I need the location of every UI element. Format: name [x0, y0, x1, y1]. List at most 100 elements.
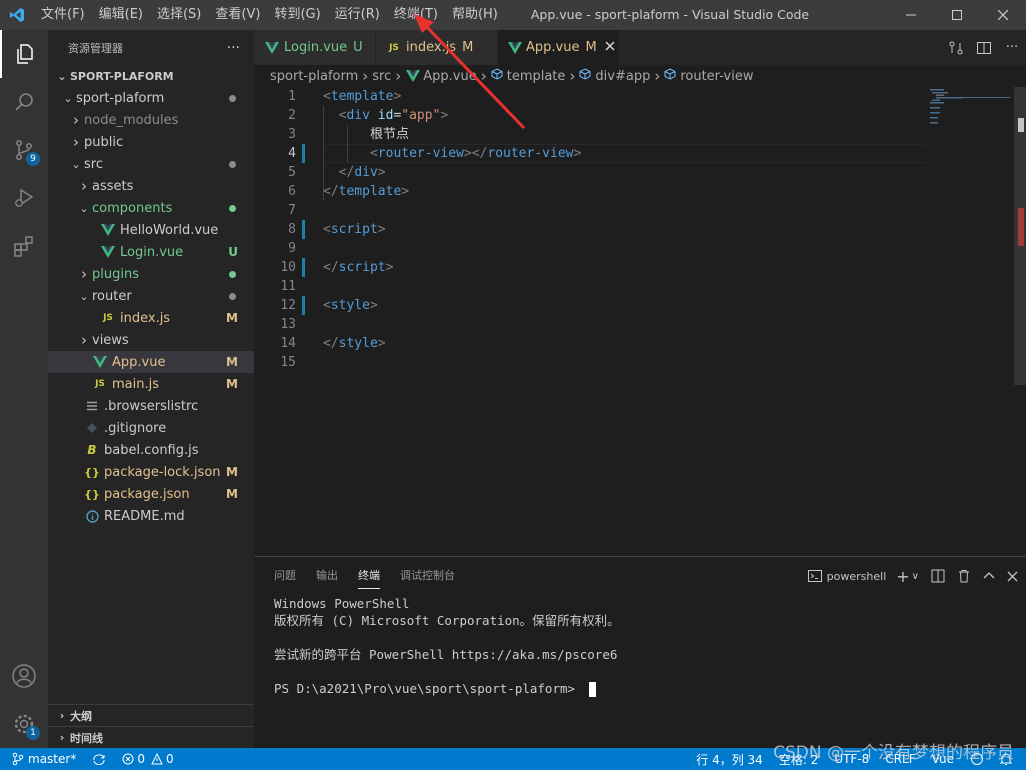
symbol-element-icon — [491, 68, 503, 84]
line-number: 1 — [288, 89, 296, 104]
tree-item[interactable]: .gitignore — [48, 417, 254, 439]
terminal-output[interactable]: Windows PowerShell 版权所有 (C) Microsoft Cor… — [274, 595, 620, 697]
tree-item[interactable]: App.vue M — [48, 351, 254, 373]
menu-item[interactable]: 运行(R) — [328, 0, 387, 30]
close-tab-icon[interactable] — [605, 40, 615, 55]
panel-tab[interactable]: 调试控制台 — [400, 567, 455, 589]
split-terminal-icon[interactable] — [931, 565, 945, 587]
search-icon[interactable] — [0, 78, 48, 126]
maximize-panel-icon[interactable] — [983, 565, 995, 587]
bottom-panel: 问题 输出 终端 调试控制台 powershell + ∨ Windows Power… — [254, 556, 1026, 748]
line-number: 4 — [288, 146, 296, 161]
maximize-button[interactable] — [934, 0, 980, 30]
project-section[interactable]: ⌄ SPORT-PLAFORM — [48, 65, 254, 87]
editor-tab[interactable]: JS index.js M — [376, 30, 498, 65]
tree-item[interactable]: .browserslistrc — [48, 395, 254, 417]
new-terminal-icon[interactable]: + — [896, 565, 909, 587]
shell-name[interactable]: powershell — [827, 565, 887, 587]
menu-item[interactable]: 文件(F) — [34, 0, 92, 30]
chevron-down-icon: ⌄ — [79, 201, 89, 215]
problems-status[interactable]: 0 0 — [114, 748, 181, 770]
tree-item[interactable]: › plugins — [48, 263, 254, 285]
panel-tab[interactable]: 输出 — [316, 567, 338, 589]
minimap[interactable] — [926, 87, 1014, 387]
more-editor-actions-icon[interactable]: ··· — [998, 30, 1026, 65]
vue-file-icon — [92, 354, 108, 370]
tree-item[interactable]: Login.vue U — [48, 241, 254, 263]
extensions-icon[interactable] — [0, 222, 48, 270]
code-line: 15 — [254, 353, 924, 372]
more-actions-icon[interactable]: ··· — [227, 40, 240, 56]
file-tree: ⌄ sport-plaform › node_modules › public ⌄ src › a… — [48, 87, 254, 527]
minimize-button[interactable] — [888, 0, 934, 30]
account-icon[interactable] — [0, 652, 48, 700]
branch-icon — [12, 752, 24, 766]
code-line: 8 <script> — [254, 220, 924, 239]
tree-item[interactable]: ⌄ sport-plaform — [48, 87, 254, 109]
menu-item[interactable]: 终端(T) — [387, 0, 445, 30]
panel-tab[interactable]: 问题 — [274, 567, 296, 589]
breadcrumb-item[interactable]: src — [372, 69, 391, 84]
menu-item[interactable]: 编辑(E) — [92, 0, 150, 30]
tree-item[interactable]: ⌄ router — [48, 285, 254, 307]
menu-item[interactable]: 查看(V) — [208, 0, 267, 30]
chevron-right-icon: › — [654, 67, 661, 85]
tree-item[interactable]: HelloWorld.vue — [48, 219, 254, 241]
chevron-down-icon[interactable]: ∨ — [912, 565, 919, 587]
branch-status[interactable]: master* — [0, 748, 84, 770]
overview-ruler — [1018, 118, 1024, 246]
json-file-icon: {} — [84, 465, 100, 479]
breadcrumb-item[interactable]: sport-plaform — [270, 69, 358, 84]
source-control-icon[interactable]: 9 — [0, 126, 48, 174]
git-status-badge: M — [226, 311, 238, 325]
tree-item[interactable]: Bbabel.config.js — [48, 439, 254, 461]
line-number: 12 — [280, 298, 296, 313]
terminal-icon[interactable] — [807, 565, 823, 587]
chevron-down-icon: ⌄ — [71, 157, 81, 171]
tree-item[interactable]: ⌄ components — [48, 197, 254, 219]
split-editor-icon[interactable] — [970, 30, 998, 65]
sync-icon[interactable] — [84, 748, 114, 770]
line-number: 14 — [280, 336, 296, 351]
manage-icon[interactable]: 1 — [0, 700, 48, 748]
panel-tab[interactable]: 终端 — [358, 567, 380, 589]
editor-tab[interactable]: App.vue M — [498, 30, 620, 65]
breadcrumb-item[interactable]: template — [507, 69, 566, 84]
tree-item[interactable]: JS main.js M — [48, 373, 254, 395]
close-panel-icon[interactable] — [1007, 565, 1018, 587]
tree-item[interactable]: › views — [48, 329, 254, 351]
tree-item[interactable]: {} package-lock.json M — [48, 461, 254, 483]
tree-item[interactable]: {} package.json M — [48, 483, 254, 505]
close-window-button[interactable] — [980, 0, 1026, 30]
code-editor[interactable]: 1 <template> 2 <div id="app"> 3 根节点 4 <route… — [254, 87, 1014, 556]
menu-item[interactable]: 转到(G) — [267, 0, 327, 30]
tree-item[interactable]: JS index.js M — [48, 307, 254, 329]
symbol-element-icon — [579, 68, 591, 84]
breadcrumb-item[interactable]: router-view — [680, 69, 753, 84]
code-text: 根节点 — [323, 127, 409, 142]
tree-item[interactable]: README.md — [48, 505, 254, 527]
menu-item[interactable]: 选择(S) — [150, 0, 208, 30]
run-debug-icon[interactable] — [0, 174, 48, 222]
code-text: <script> — [323, 222, 386, 237]
line-number: 3 — [288, 127, 296, 142]
tree-item-label: views — [92, 332, 129, 348]
tab-label: Login.vue — [284, 40, 348, 55]
timeline-section[interactable]: › 时间线 — [48, 726, 254, 748]
open-changes-icon[interactable] — [942, 30, 970, 65]
tree-item[interactable]: ⌄ src — [48, 153, 254, 175]
git-file-icon — [84, 420, 100, 436]
explorer-icon[interactable] — [0, 30, 48, 78]
breadcrumb-item[interactable]: div#app — [595, 69, 650, 84]
cursor-position[interactable]: 行 4，列 34 — [688, 748, 771, 770]
tree-item[interactable]: › assets — [48, 175, 254, 197]
trash-icon[interactable] — [957, 565, 971, 587]
git-status-dot — [229, 292, 236, 300]
breadcrumb-item[interactable]: App.vue — [423, 69, 476, 84]
tree-item[interactable]: › public — [48, 131, 254, 153]
error-icon — [122, 753, 134, 765]
tree-item[interactable]: › node_modules — [48, 109, 254, 131]
outline-section[interactable]: › 大纲 — [48, 704, 254, 726]
editor-tab[interactable]: Login.vue U — [254, 30, 376, 65]
